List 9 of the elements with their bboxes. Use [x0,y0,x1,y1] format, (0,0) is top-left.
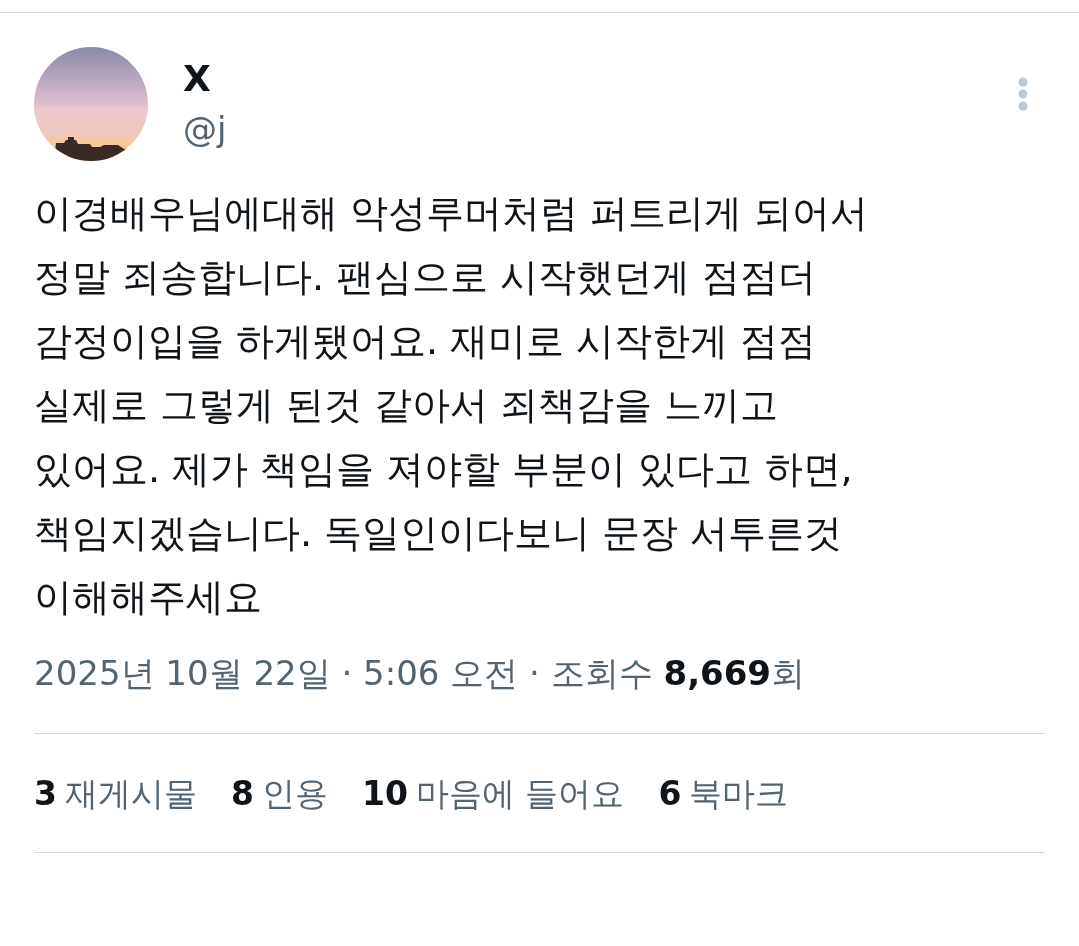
more-icon[interactable] [1017,77,1029,111]
stat-link[interactable]: 3 재게시물 [34,772,197,816]
post-text: 이경배우님에대해 악성루머처럼 퍼트리게 되어서 정말 죄송합니다. 팬심으로 시작했던게 점점더 감정이입을 하게됐어요. 재미로 시작한게 점점 실제로 그렇게 된것 같아서 죄책감을 느끼고 있어요. 제가 책임을 져야할 부분이 있다고 하면, 책임지겠습니다. 독일인이다보니 문장 서투른것 이해해주세요 [34,190,870,621]
stat-link[interactable]: 10 마음에 들어요 [361,772,625,816]
stat-link[interactable]: 8 인용 [230,772,328,816]
stat-link[interactable]: 6 북마크 [658,772,789,816]
user-handle[interactable]: @j [183,107,227,151]
post-meta: 2025년 10월 22일 · 5:06 오전 · 조회수 8,669회 [34,652,806,695]
display-name[interactable]: X [183,57,211,101]
